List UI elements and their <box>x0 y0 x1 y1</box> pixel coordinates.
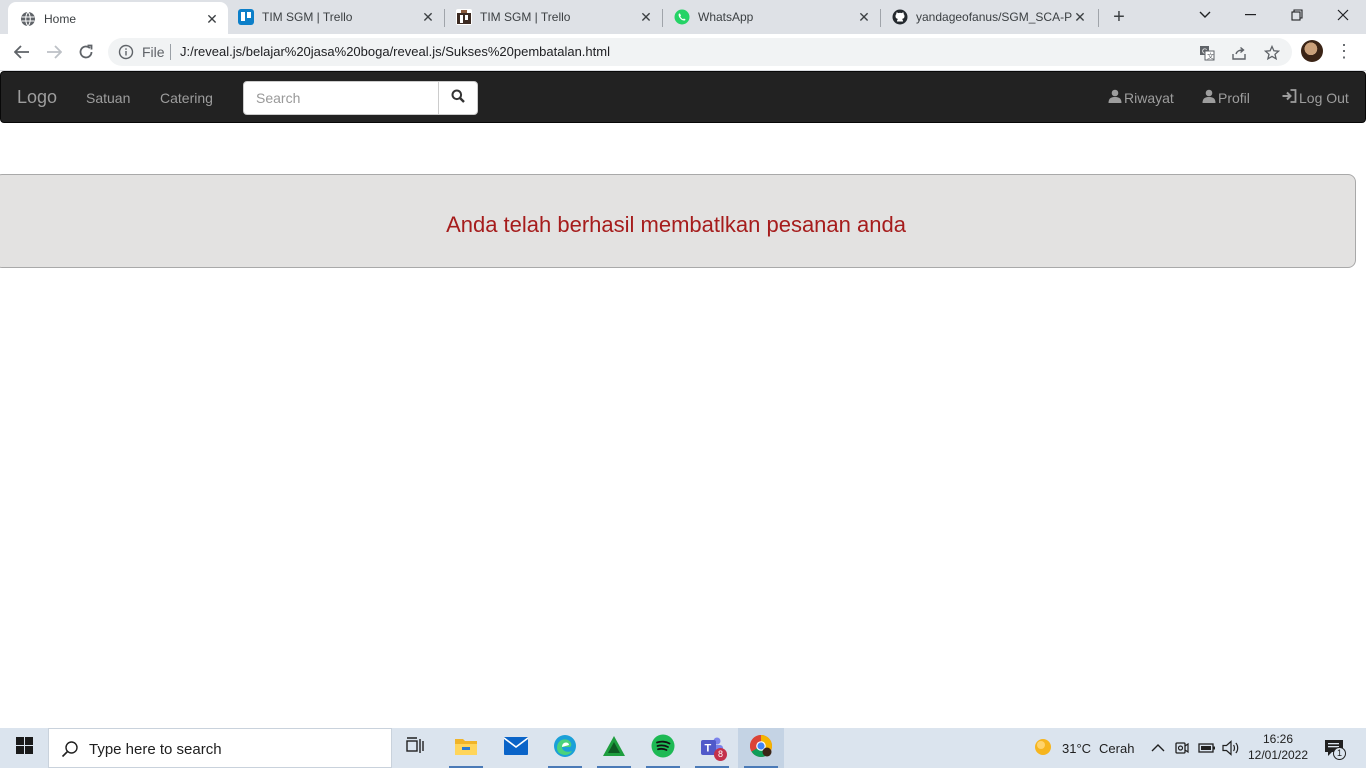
user-icon <box>1202 89 1218 107</box>
battery-icon[interactable] <box>1198 728 1216 768</box>
info-icon[interactable] <box>118 44 134 60</box>
mail-button[interactable] <box>493 728 539 768</box>
tab-separator <box>1098 9 1099 27</box>
search-icon <box>61 740 79 758</box>
svg-text:T: T <box>705 743 712 755</box>
weather-condition: Cerah <box>1099 740 1135 756</box>
share-icon[interactable] <box>1230 44 1248 62</box>
triangle-app-icon <box>602 735 626 762</box>
back-button[interactable] <box>10 40 34 64</box>
chrome-button[interactable] <box>738 728 784 768</box>
search-icon <box>451 89 465 108</box>
close-icon[interactable]: ✕ <box>1072 9 1088 25</box>
weather-widget[interactable]: 31°C Cerah <box>1034 728 1134 768</box>
close-window-button[interactable] <box>1320 0 1366 30</box>
tab-title: yandageofanus/SGM_SCA-Pa <box>916 10 1072 24</box>
spotify-button[interactable] <box>640 728 686 768</box>
app-triangle-button[interactable] <box>591 728 637 768</box>
windows-taskbar: Type here to search T 8 31°C Cerah 16:26… <box>0 728 1366 768</box>
nav-link-profil[interactable]: Profil <box>1202 89 1250 107</box>
profil-label: Profil <box>1218 90 1250 106</box>
teams-badge: 8 <box>714 748 727 761</box>
edge-icon <box>553 734 577 763</box>
github-icon <box>892 9 908 25</box>
edge-button[interactable] <box>542 728 588 768</box>
more-menu-icon[interactable]: ⋮ <box>1334 42 1354 62</box>
system-clock[interactable]: 16:26 12/01/2022 <box>1246 731 1310 763</box>
tab-title: Home <box>44 12 77 26</box>
user-icon <box>1108 89 1124 107</box>
mail-icon <box>503 736 529 760</box>
nav-link-catering[interactable]: Catering <box>160 89 213 107</box>
scheme-label: File <box>142 44 165 60</box>
site-navbar: Logo Satuan Catering Riwayat Profil Log … <box>0 71 1366 123</box>
translate-icon[interactable]: G文 <box>1198 44 1216 62</box>
volume-icon[interactable] <box>1222 728 1240 768</box>
teams-button[interactable]: T 8 <box>689 728 735 768</box>
brand-logo[interactable]: Logo <box>17 87 57 107</box>
clock-time: 16:26 <box>1262 732 1294 746</box>
bookmark-star-icon[interactable] <box>1263 44 1281 62</box>
meet-now-icon[interactable] <box>1175 728 1189 768</box>
search-input[interactable] <box>243 81 439 115</box>
teams-icon: T 8 <box>699 736 727 761</box>
weather-temp: 31°C <box>1062 740 1092 756</box>
close-icon[interactable]: ✕ <box>638 9 654 25</box>
log-in-icon <box>1282 89 1299 107</box>
tab-home[interactable]: Home ✕ <box>8 2 228 34</box>
chrome-icon <box>749 734 773 763</box>
divider <box>170 44 171 60</box>
tab-title: TIM SGM | Trello <box>480 10 571 24</box>
taskbar-search-placeholder: Type here to search <box>89 741 222 758</box>
clock-date: 12/01/2022 <box>1247 748 1309 762</box>
tab-trello-1[interactable]: TIM SGM | Trello ✕ <box>226 0 444 34</box>
reload-button[interactable] <box>74 40 98 64</box>
browser-tab-strip: Home ✕ TIM SGM | Trello ✕ TIM SGM | Trel… <box>0 0 1366 34</box>
trello-icon <box>456 9 472 25</box>
start-button[interactable] <box>0 728 48 768</box>
tab-title: WhatsApp <box>698 10 754 24</box>
url-text[interactable]: J:/reveal.js/belajar%20jasa%20boga/revea… <box>180 44 610 60</box>
windows-logo-icon <box>15 737 33 759</box>
trello-icon <box>238 9 254 25</box>
close-icon[interactable]: ✕ <box>420 9 436 25</box>
spotify-icon <box>651 734 675 763</box>
task-view-icon <box>406 736 426 760</box>
tab-search-button[interactable] <box>1182 0 1228 30</box>
tab-trello-2[interactable]: TIM SGM | Trello ✕ <box>444 0 662 34</box>
restore-button[interactable] <box>1274 0 1320 30</box>
whatsapp-icon <box>674 9 690 25</box>
riwayat-label: Riwayat <box>1124 90 1174 106</box>
close-icon[interactable]: ✕ <box>856 9 872 25</box>
minimize-button[interactable] <box>1228 0 1274 30</box>
forward-button[interactable] <box>42 40 66 64</box>
notification-center-button[interactable]: 1 <box>1324 738 1346 760</box>
profile-avatar[interactable] <box>1301 40 1323 62</box>
new-tab-button[interactable]: + <box>1108 6 1130 28</box>
show-hidden-icons-button[interactable] <box>1151 728 1165 768</box>
file-explorer-button[interactable] <box>443 728 489 768</box>
close-icon[interactable]: ✕ <box>204 11 220 27</box>
success-message: Anda telah berhasil membatlkan pesanan a… <box>446 212 906 237</box>
task-view-button[interactable] <box>393 728 439 768</box>
sun-icon <box>1034 738 1052 759</box>
notification-badge: 1 <box>1333 747 1346 760</box>
nav-link-riwayat[interactable]: Riwayat <box>1108 89 1174 107</box>
tab-github[interactable]: yandageofanus/SGM_SCA-Pa ✕ <box>880 0 1096 34</box>
tab-whatsapp[interactable]: WhatsApp ✕ <box>662 0 880 34</box>
tab-title: TIM SGM | Trello <box>262 10 353 24</box>
folder-icon <box>454 736 478 761</box>
search-button[interactable] <box>438 81 478 115</box>
taskbar-search-box[interactable]: Type here to search <box>48 728 392 768</box>
logout-label: Log Out <box>1299 90 1349 106</box>
nav-link-satuan[interactable]: Satuan <box>86 89 130 107</box>
address-bar[interactable]: File J:/reveal.js/belajar%20jasa%20boga/… <box>108 38 1292 66</box>
globe-icon <box>20 11 36 27</box>
cancellation-success-panel: Anda telah berhasil membatlkan pesanan a… <box>0 174 1356 268</box>
browser-toolbar: File J:/reveal.js/belajar%20jasa%20boga/… <box>0 34 1366 71</box>
nav-link-logout[interactable]: Log Out <box>1282 89 1349 107</box>
svg-text:文: 文 <box>1207 52 1214 61</box>
